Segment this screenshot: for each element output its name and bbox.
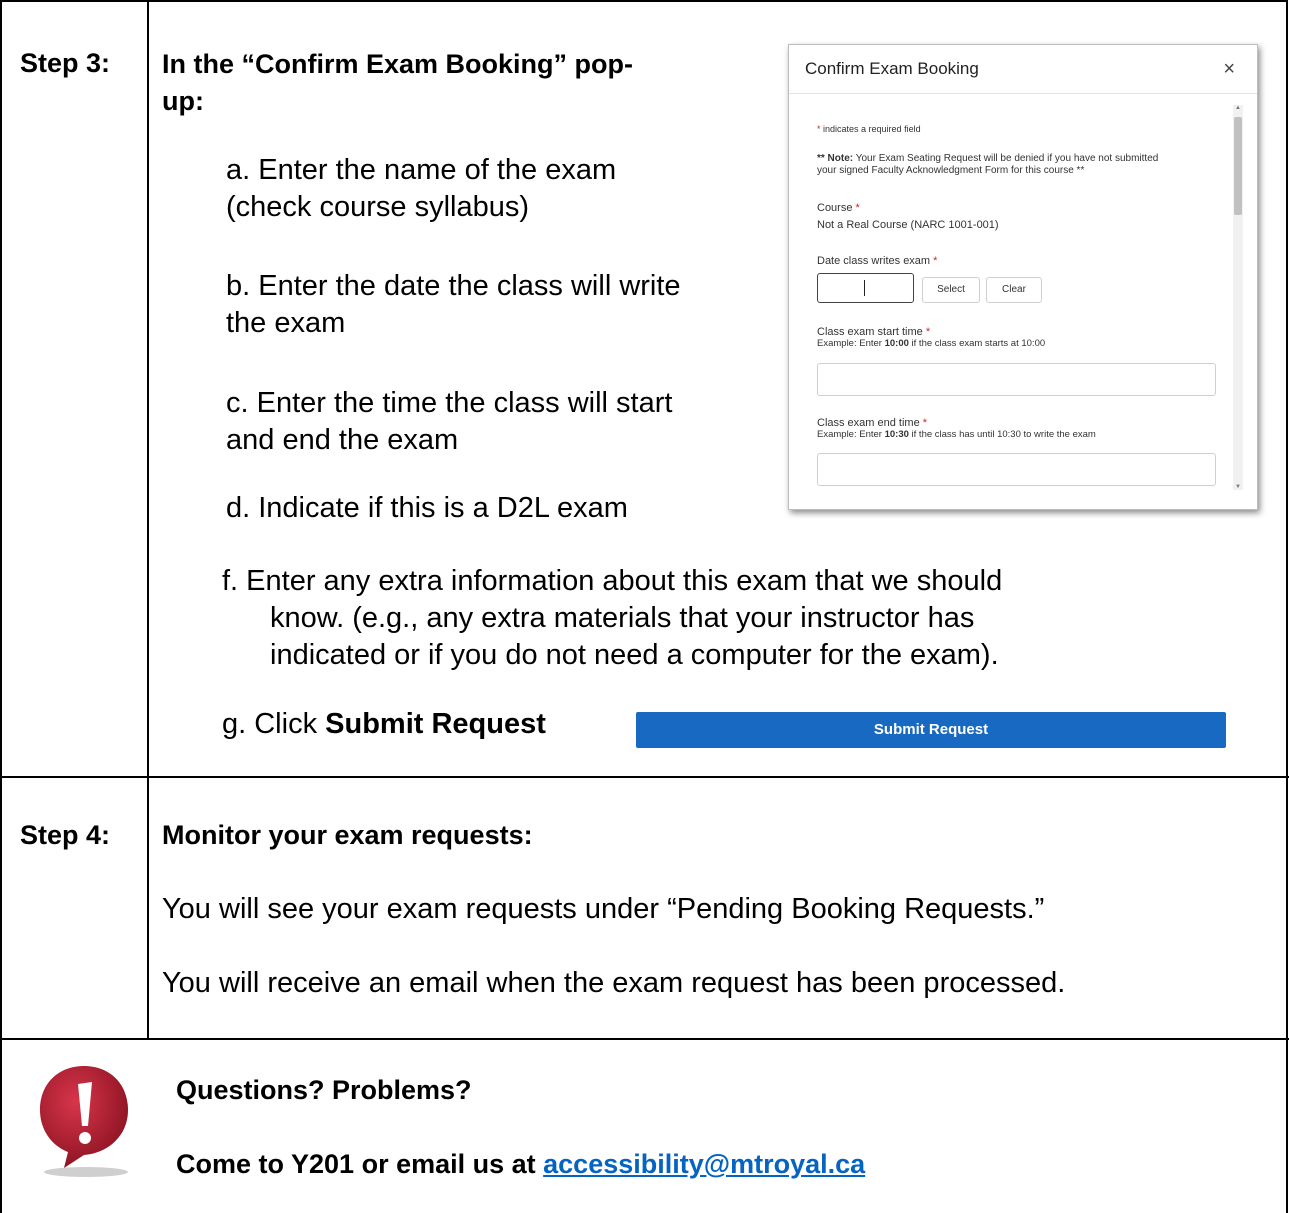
instruction-b: b. Enter the date the class will write t… — [226, 270, 681, 339]
scroll-up-icon[interactable]: ▲ — [1235, 105, 1241, 111]
acknowledgment-note: ** Note: Your Exam Seating Request will … — [817, 153, 1159, 176]
step-4-paragraph-1: You will see your exam requests under “P… — [162, 893, 1045, 925]
row-divider-1 — [0, 776, 1289, 778]
row-divider-2 — [0, 1038, 1289, 1040]
step-4-label: Step 4: — [20, 820, 111, 850]
scroll-down-icon[interactable]: ▼ — [1235, 484, 1241, 490]
end-time-label: Class exam end time * Example: Enter 10:… — [817, 417, 1096, 440]
confirm-exam-booking-dialog: Confirm Exam Booking × * indicates a req… — [788, 44, 1258, 510]
instruction-a: a. Enter the name of the exam (check cou… — [226, 154, 617, 223]
start-time-label: Class exam start time * Example: Enter 1… — [817, 326, 1046, 349]
required-note: * indicates a required field — [817, 124, 921, 134]
alert-speech-bubble-icon — [40, 1066, 128, 1177]
instruction-f: f. Enter any extra information about thi… — [222, 565, 1003, 671]
instruction-c: c. Enter the time the class will start a… — [226, 387, 673, 456]
start-time-input[interactable] — [817, 363, 1216, 396]
scroll-thumb[interactable] — [1234, 117, 1242, 215]
email-link[interactable]: accessibility@mtroyal.ca — [543, 1149, 865, 1179]
end-time-input[interactable] — [817, 453, 1216, 486]
step-3-heading: In the “Confirm Exam Booking” pop- up: — [162, 49, 633, 116]
instruction-d: d. Indicate if this is a D2L exam — [226, 492, 628, 524]
submit-request-button[interactable]: Submit Request — [636, 712, 1226, 748]
date-label: Date class writes exam * — [817, 255, 938, 267]
dialog-scrollbar[interactable]: ▲ ▼ — [1233, 105, 1243, 490]
dialog-header: Confirm Exam Booking × — [789, 45, 1257, 94]
text-caret — [864, 280, 865, 296]
select-date-button[interactable]: Select — [922, 277, 980, 303]
step-4-paragraph-2: You will receive an email when the exam … — [162, 967, 1066, 999]
course-field: Course * Not a Real Course (NARC 1001-00… — [817, 202, 1217, 231]
column-divider — [147, 0, 149, 1038]
step-4-heading: Monitor your exam requests: — [162, 820, 533, 850]
contact-line: Come to Y201 or email us at accessibilit… — [176, 1149, 866, 1179]
questions-heading: Questions? Problems? — [176, 1075, 472, 1105]
close-icon[interactable]: × — [1223, 59, 1235, 79]
step-3-label: Step 3: — [20, 48, 111, 78]
exam-date-input[interactable] — [817, 273, 914, 303]
dialog-title: Confirm Exam Booking — [805, 59, 979, 78]
instruction-g: g. Click Submit Request — [222, 708, 546, 740]
course-value: Not a Real Course (NARC 1001-001) — [817, 219, 999, 231]
clear-date-button[interactable]: Clear — [986, 277, 1042, 303]
